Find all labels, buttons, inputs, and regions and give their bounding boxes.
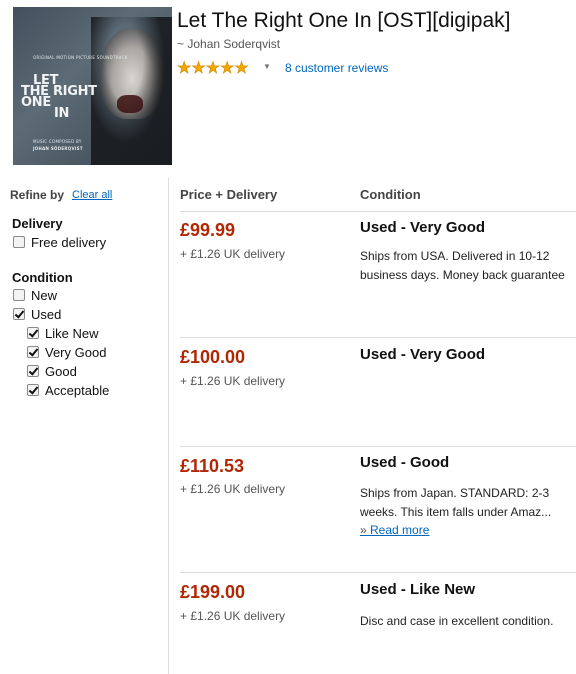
filter-free-delivery[interactable]: Free delivery bbox=[13, 235, 106, 251]
read-more-link[interactable]: » Read more bbox=[360, 523, 429, 537]
filter-used[interactable]: Used bbox=[13, 307, 61, 323]
description-line: weeks. This item falls under Amaz... bbox=[360, 505, 552, 519]
product-title: Let The Right One In [OST][digipak] bbox=[177, 9, 511, 32]
clear-all-link[interactable]: Clear all bbox=[72, 189, 112, 201]
offer-description: Ships from USA. Delivered in 10-12 busin… bbox=[360, 247, 576, 285]
filter-good[interactable]: Good bbox=[27, 364, 77, 380]
offer-condition: Used - Very Good bbox=[360, 219, 486, 236]
offer-delivery: + £1.26 UK delivery bbox=[180, 247, 286, 261]
description-line: Disc and case in excellent condition. bbox=[360, 614, 554, 628]
offer-delivery: + £1.26 UK delivery bbox=[180, 482, 286, 496]
album-cover-image[interactable]: ORIGINAL MOTION PICTURE SOUNDTRACK LET T… bbox=[13, 7, 172, 165]
cover-title-line-2: THE RIGHT ONE bbox=[21, 84, 97, 110]
offer-description: Ships from Japan. STANDARD: 2-3 weeks. T… bbox=[360, 484, 576, 522]
offer-condition: Used - Good bbox=[360, 454, 450, 471]
filter-label: Like New bbox=[45, 326, 99, 341]
row-divider bbox=[180, 211, 576, 212]
checkbox-checked[interactable] bbox=[27, 327, 39, 339]
description-line: Ships from USA. Delivered in 10-12 bbox=[360, 249, 550, 263]
filter-label: Used bbox=[31, 307, 62, 322]
product-artist: ~ Johan Soderqvist bbox=[177, 37, 281, 51]
checkbox-checked[interactable] bbox=[27, 365, 39, 377]
condition-column-header: Condition bbox=[360, 187, 421, 202]
filter-acceptable[interactable]: Acceptable bbox=[27, 383, 109, 399]
offer-delivery: + £1.26 UK delivery bbox=[180, 609, 286, 623]
filter-label: Acceptable bbox=[45, 383, 110, 398]
filter-label: Free delivery bbox=[31, 235, 107, 250]
filter-like-new[interactable]: Like New bbox=[27, 326, 98, 342]
checkbox-checked[interactable] bbox=[27, 384, 39, 396]
rating-chevron-down-icon[interactable]: ▼ bbox=[263, 62, 271, 71]
offer-price: £199.00 bbox=[180, 582, 246, 602]
offer-price: £110.53 bbox=[180, 456, 245, 476]
condition-filter-heading: Condition bbox=[12, 270, 73, 285]
refine-by-label: Refine by bbox=[10, 188, 65, 202]
cover-film-title: LET THE RIGHT ONE IN bbox=[21, 74, 121, 120]
offer-condition: Used - Very Good bbox=[360, 346, 486, 363]
checkbox-checked[interactable] bbox=[13, 308, 25, 320]
row-divider bbox=[180, 337, 576, 338]
checkbox[interactable] bbox=[13, 236, 25, 248]
description-line: Ships from Japan. STANDARD: 2-3 bbox=[360, 486, 550, 500]
filter-label: Very Good bbox=[45, 345, 107, 360]
checkbox-checked[interactable] bbox=[27, 346, 39, 358]
offer-description: Disc and case in excellent condition. bbox=[360, 612, 576, 631]
sidebar-divider bbox=[168, 178, 169, 674]
cover-composer-caption: MUSIC COMPOSED BY bbox=[33, 139, 82, 144]
customer-reviews-link[interactable]: 8 customer reviews bbox=[285, 61, 388, 75]
filter-label: New bbox=[31, 288, 58, 303]
offer-delivery: + £1.26 UK delivery bbox=[180, 374, 286, 388]
filter-very-good[interactable]: Very Good bbox=[27, 345, 106, 361]
row-divider bbox=[180, 572, 576, 573]
delivery-filter-heading: Delivery bbox=[12, 216, 63, 231]
filter-new[interactable]: New bbox=[13, 288, 57, 304]
star-rating[interactable]: ★★★★★ bbox=[177, 58, 249, 78]
checkbox[interactable] bbox=[13, 289, 25, 301]
double-chevron-right-icon: » bbox=[360, 523, 371, 537]
read-more-label: Read more bbox=[370, 523, 430, 537]
offer-price: £99.99 bbox=[180, 220, 236, 240]
description-line: business days. Money back guarantee bbox=[360, 268, 565, 282]
filter-label: Good bbox=[45, 364, 77, 379]
price-delivery-column-header: Price + Delivery bbox=[180, 187, 278, 202]
offer-condition: Used - Like New bbox=[360, 581, 476, 598]
cover-composer-name: JOHAN SÖDERQVIST bbox=[33, 146, 83, 151]
offer-price: £100.00 bbox=[180, 347, 246, 367]
row-divider bbox=[180, 446, 576, 447]
cover-subtitle: ORIGINAL MOTION PICTURE SOUNDTRACK bbox=[33, 55, 128, 60]
